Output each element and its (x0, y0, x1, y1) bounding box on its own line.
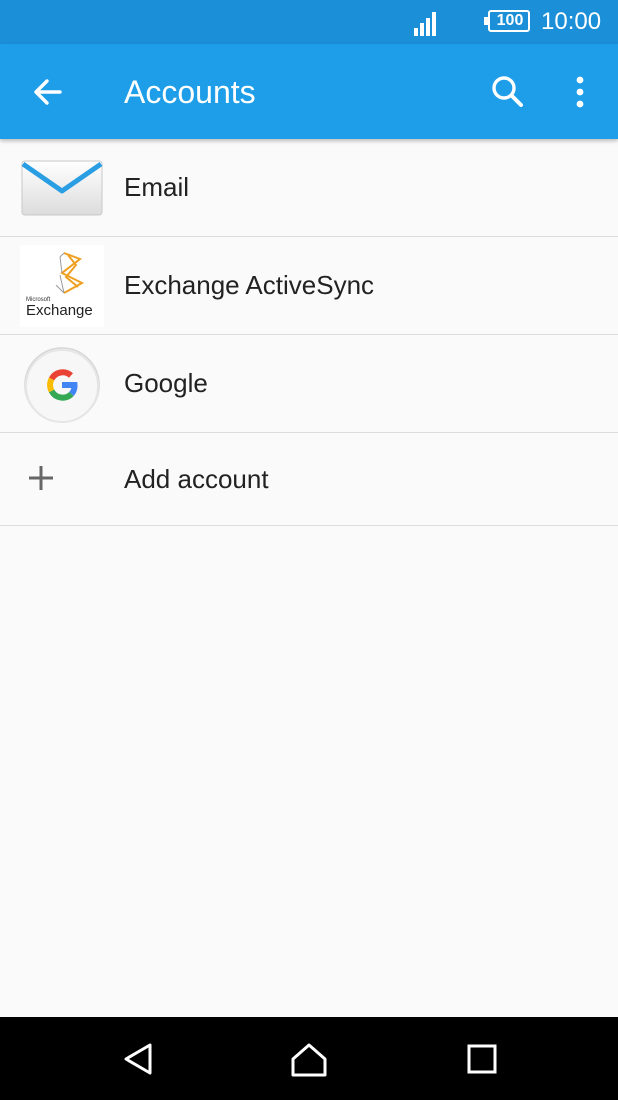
more-vert-icon[interactable] (560, 68, 600, 116)
arrow-back-icon[interactable] (22, 66, 74, 118)
app-bar: Accounts (0, 44, 618, 139)
google-logo (24, 347, 100, 423)
account-label: Exchange ActiveSync (124, 270, 375, 300)
nav-home-icon[interactable] (288, 1039, 330, 1079)
account-list: Email Microsoft Exchange Exchange Active… (0, 139, 618, 526)
system-nav-bar (0, 1017, 618, 1100)
accounts-screen: 100 10:00 Accounts Email Microsoft Excha… (0, 0, 618, 1100)
nav-recents-icon[interactable] (462, 1039, 502, 1079)
status-clock: 10:00 (541, 8, 602, 35)
email-envelope-icon (21, 160, 103, 216)
microsoft-exchange-logo: Microsoft Exchange (20, 245, 104, 327)
cell-signal-icon (414, 12, 436, 36)
account-item-exchange[interactable]: Microsoft Exchange Exchange ActiveSync (0, 237, 618, 335)
add-account-label: Add account (124, 464, 269, 494)
battery-level-text: 100 (496, 12, 524, 29)
account-label: Google (124, 368, 208, 398)
add-account-item[interactable]: Add account (0, 433, 618, 526)
plus-icon (29, 466, 53, 490)
svg-text:Exchange: Exchange (26, 302, 93, 319)
page-title: Accounts (124, 74, 256, 110)
account-label: Email (124, 172, 190, 202)
nav-back-icon[interactable] (118, 1039, 158, 1079)
search-icon[interactable] (484, 68, 532, 116)
account-item-email[interactable]: Email (0, 139, 618, 237)
account-item-google[interactable]: Google (0, 335, 618, 433)
status-bar: 100 10:00 (0, 0, 618, 44)
